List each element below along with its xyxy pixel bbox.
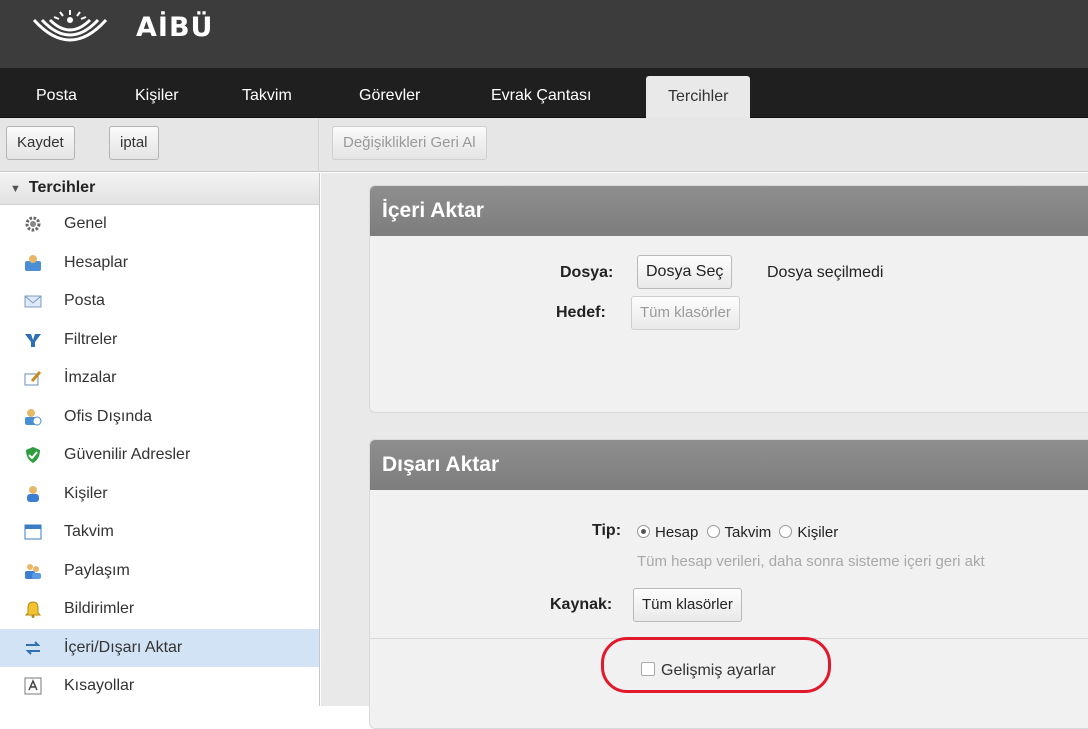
- radio-unchecked-icon[interactable]: [706, 525, 720, 538]
- tab-posta[interactable]: Posta: [34, 74, 79, 118]
- source-label: Kaynak:: [550, 596, 613, 613]
- sidebar-item-guvenilir-adresler[interactable]: Güvenilir Adresler: [0, 436, 319, 475]
- import-panel-title: İçeri Aktar: [370, 186, 1088, 236]
- toolbar-divider: [318, 118, 319, 172]
- sidebar-item-label: Takvim: [64, 523, 114, 541]
- cancel-button[interactable]: iptal: [109, 126, 159, 160]
- tab-gorevler[interactable]: Görevler: [357, 74, 422, 118]
- brand-name: AİBÜ: [136, 12, 214, 43]
- tab-evrak-cantasi[interactable]: Evrak Çantası: [489, 74, 593, 118]
- tab-takvim[interactable]: Takvim: [240, 74, 294, 118]
- brand-bar: AİBÜ: [0, 0, 1088, 68]
- signature-icon: [24, 369, 42, 387]
- sidebar-item-takvim[interactable]: Takvim: [0, 513, 319, 552]
- envelope-icon: [24, 292, 42, 310]
- sidebar-item-genel[interactable]: Genel: [0, 205, 319, 244]
- sidebar-item-posta[interactable]: Posta: [0, 282, 319, 321]
- type-label: Tip:: [592, 522, 622, 539]
- target-label: Hedef:: [556, 304, 606, 321]
- sidebar-item-label: Kısayollar: [64, 677, 135, 695]
- sidebar-item-filtreler[interactable]: Filtreler: [0, 321, 319, 360]
- sidebar-item-label: İçeri/Dışarı Aktar: [64, 638, 183, 656]
- filter-icon: [24, 331, 42, 349]
- revert-changes-button[interactable]: Değişiklikleri Geri Al: [332, 126, 487, 160]
- sidebar-header[interactable]: ▼ Tercihler: [0, 173, 319, 205]
- source-folders-button[interactable]: Tüm klasörler: [633, 588, 742, 622]
- sidebar-item-label: İmzalar: [64, 369, 117, 387]
- sidebar-item-kisiler[interactable]: Kişiler: [0, 475, 319, 514]
- sidebar-header-label: Tercihler: [28, 179, 96, 196]
- highlight-ring: [601, 637, 831, 693]
- logo-icon: [32, 10, 108, 42]
- sidebar-item-label: Posta: [64, 292, 105, 310]
- preferences-sidebar: ▼ Tercihler Genel Hesaplar Posta Filtrele…: [0, 173, 320, 706]
- sidebar-item-label: Genel: [64, 215, 107, 233]
- content-area: İçeri Aktar Dosya: Dosya Seç Dosya seçil…: [321, 173, 1088, 729]
- file-status: Dosya seçilmedi: [767, 264, 884, 281]
- sidebar-item-paylasim[interactable]: Paylaşım: [0, 552, 319, 591]
- sidebar-item-iceri-disari-aktar[interactable]: İçeri/Dışarı Aktar: [0, 628, 319, 667]
- radio-kisiler[interactable]: Kişiler: [779, 524, 838, 541]
- radio-checked-icon[interactable]: [637, 525, 650, 538]
- tab-tercihler[interactable]: Tercihler: [646, 76, 751, 118]
- sharing-icon: [24, 562, 42, 580]
- sidebar-item-bildirimler[interactable]: Bildirimler: [0, 590, 319, 629]
- import-panel: İçeri Aktar Dosya: Dosya Seç Dosya seçil…: [369, 185, 1088, 413]
- gear-icon: [24, 215, 42, 233]
- sidebar-item-ofis-disinda[interactable]: Ofis Dışında: [0, 398, 319, 437]
- choose-file-button[interactable]: Dosya Seç: [637, 255, 733, 289]
- export-hint: Tüm hesap verileri, daha sonra sisteme i…: [637, 553, 985, 570]
- sidebar-item-kisayollar[interactable]: Kısayollar: [0, 667, 319, 706]
- radio-hesap[interactable]: Hesap: [637, 524, 698, 541]
- target-folders-button[interactable]: Tüm klasörler: [631, 296, 740, 330]
- sidebar-item-label: Filtreler: [64, 330, 118, 348]
- sidebar-item-imzalar[interactable]: İmzalar: [0, 359, 319, 398]
- sidebar-item-label: Paylaşım: [64, 561, 130, 579]
- tab-kisiler[interactable]: Kişiler: [133, 74, 181, 118]
- bell-icon: [24, 600, 42, 619]
- collapse-triangle-icon[interactable]: ▼: [10, 183, 21, 195]
- sidebar-item-label: Güvenilir Adresler: [64, 446, 191, 464]
- radio-takvim[interactable]: Takvim: [706, 524, 771, 541]
- toolbar: Kaydet iptal Değişiklikleri Geri Al: [0, 118, 1088, 172]
- file-label: Dosya:: [560, 264, 614, 281]
- sidebar-item-hesaplar[interactable]: Hesaplar: [0, 244, 319, 283]
- sidebar-item-label: Ofis Dışında: [64, 407, 153, 425]
- person-icon: [24, 485, 42, 503]
- export-panel-title: Dışarı Aktar: [370, 440, 1088, 490]
- type-radio-group: Hesap Takvim Kişiler: [637, 524, 838, 541]
- out-of-office-icon: [24, 408, 42, 426]
- shortcut-icon: [24, 677, 42, 695]
- main-nav: Posta Kişiler Takvim Görevler Evrak Çant…: [0, 68, 1088, 118]
- import-export-icon: [24, 639, 42, 657]
- radio-unchecked-icon[interactable]: [779, 525, 793, 538]
- accounts-icon: [24, 254, 42, 272]
- sidebar-item-label: Kişiler: [64, 484, 108, 502]
- save-button[interactable]: Kaydet: [6, 126, 75, 160]
- sidebar-item-label: Bildirimler: [64, 600, 135, 618]
- shield-check-icon: [24, 446, 42, 464]
- calendar-icon: [24, 523, 42, 541]
- sidebar-item-label: Hesaplar: [64, 253, 129, 271]
